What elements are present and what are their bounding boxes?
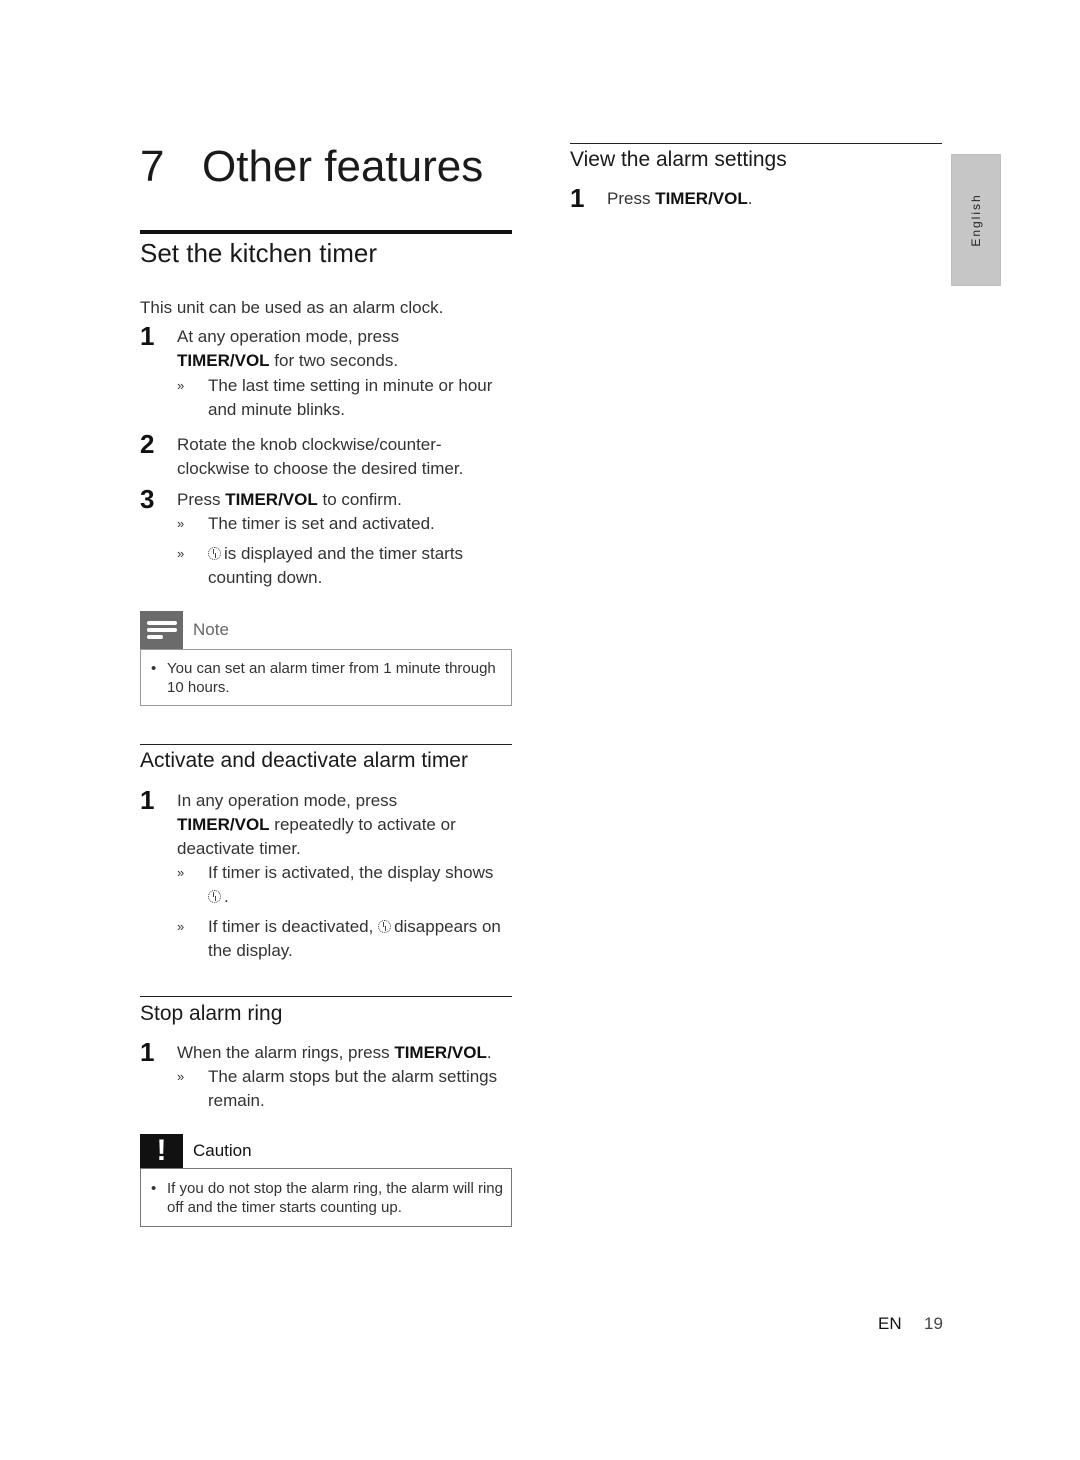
step-text: At any operation mode, press TIMER/VOL f… bbox=[177, 325, 512, 373]
step-text-after: . bbox=[747, 189, 753, 208]
caution-box: If you do not stop the alarm ring, the a… bbox=[140, 1168, 512, 1227]
section-title-view-alarm: View the alarm settings bbox=[570, 148, 787, 171]
language-tab: English bbox=[951, 154, 1001, 286]
step-number: 1 bbox=[140, 1037, 155, 1067]
caution-header: ! Caution bbox=[140, 1134, 512, 1168]
step-text-before: Press bbox=[607, 189, 656, 208]
activate-step-1-result-2: » If timer is deactivated, disappears on… bbox=[177, 915, 517, 963]
footer-language: EN bbox=[878, 1314, 902, 1333]
result-arrow-icon: » bbox=[177, 919, 185, 934]
caution-item: If you do not stop the alarm ring, the a… bbox=[141, 1179, 503, 1217]
step-text: In any operation mode, press TIMER/VOL r… bbox=[177, 789, 497, 861]
step-number: 1 bbox=[140, 785, 155, 815]
kitchen-step-3-result-1: » The timer is set and activated. bbox=[177, 512, 517, 536]
result-text-content: If timer is deactivated, bbox=[208, 917, 374, 936]
step-number: 3 bbox=[140, 484, 155, 514]
step-text: Rotate the knob clockwise/counter-clockw… bbox=[177, 435, 464, 478]
note-item: You can set an alarm timer from 1 minute… bbox=[141, 659, 501, 697]
key-label: TIMER/VOL bbox=[177, 815, 270, 834]
step-text-before: Press bbox=[177, 490, 226, 509]
caution-callout: ! Caution If you do not stop the alarm r… bbox=[140, 1134, 512, 1227]
timer-icon bbox=[208, 890, 221, 903]
step-text-after: to confirm. bbox=[317, 490, 402, 509]
step-text-after: for two seconds. bbox=[269, 351, 399, 370]
activate-step-1: 1 In any operation mode, press TIMER/VOL… bbox=[140, 785, 512, 861]
step-text-after: . bbox=[486, 1043, 492, 1062]
section-title-activate-timer: Activate and deactivate alarm timer bbox=[140, 749, 468, 772]
kitchen-step-3: 3 Press TIMER/VOL to confirm. bbox=[140, 484, 512, 514]
note-callout: Note You can set an alarm timer from 1 m… bbox=[140, 611, 512, 706]
key-label: TIMER/VOL bbox=[655, 189, 748, 208]
page-number: 19 bbox=[924, 1314, 943, 1333]
step-text-before: When the alarm rings, press bbox=[177, 1043, 395, 1062]
timer-icon bbox=[208, 547, 221, 560]
step-text: Press TIMER/VOL to confirm. bbox=[177, 488, 512, 512]
result-text: The last time setting in minute or hour … bbox=[208, 376, 493, 419]
section-title-stop-alarm: Stop alarm ring bbox=[140, 1002, 283, 1025]
step-number: 1 bbox=[570, 183, 585, 213]
result-arrow-icon: » bbox=[177, 546, 185, 561]
key-label: TIMER/VOL bbox=[177, 351, 270, 370]
stop-step-1: 1 When the alarm rings, press TIMER/VOL. bbox=[140, 1037, 520, 1067]
language-tab-label: English bbox=[969, 193, 983, 247]
step-number: 1 bbox=[140, 321, 155, 351]
kitchen-step-3-result-2: » is displayed and the timer starts coun… bbox=[177, 542, 517, 590]
result-text: The timer is set and activated. bbox=[208, 514, 435, 533]
kitchen-timer-intro: This unit can be used as an alarm clock. bbox=[140, 298, 444, 317]
step-text: When the alarm rings, press TIMER/VOL. bbox=[177, 1041, 520, 1065]
step-text-before: In any operation mode, press bbox=[177, 791, 398, 810]
stop-step-1-result: » The alarm stops but the alarm settings… bbox=[177, 1065, 517, 1113]
key-label: TIMER/VOL bbox=[394, 1043, 487, 1062]
section-divider bbox=[570, 143, 942, 144]
view-step-1: 1 Press TIMER/VOL. bbox=[570, 183, 942, 213]
result-text-content: If timer is activated, the display shows bbox=[208, 863, 494, 882]
kitchen-step-1-result: » The last time setting in minute or hou… bbox=[177, 374, 517, 422]
step-text-before: At any operation mode, press bbox=[177, 327, 400, 346]
chapter-title: 7 Other features bbox=[140, 142, 483, 192]
result-arrow-icon: » bbox=[177, 1069, 185, 1084]
step-number: 2 bbox=[140, 429, 155, 459]
chapter-number: 7 bbox=[140, 142, 165, 191]
note-label: Note bbox=[193, 620, 229, 639]
note-lines-icon bbox=[140, 611, 183, 649]
chapter-title-text: Other features bbox=[202, 142, 484, 191]
section-divider bbox=[140, 744, 512, 745]
note-header: Note bbox=[140, 611, 512, 649]
result-text: The alarm stops but the alarm settings r… bbox=[208, 1067, 498, 1110]
key-label: TIMER/VOL bbox=[225, 490, 318, 509]
result-arrow-icon: » bbox=[177, 516, 185, 531]
exclamation-icon: ! bbox=[140, 1134, 183, 1168]
kitchen-step-1: 1 At any operation mode, press TIMER/VOL… bbox=[140, 321, 512, 373]
section-divider bbox=[140, 996, 512, 997]
result-arrow-icon: » bbox=[177, 378, 185, 393]
result-text: If timer is activated, the display shows… bbox=[208, 863, 494, 906]
step-text: Press TIMER/VOL. bbox=[607, 187, 942, 211]
kitchen-step-2: 2 Rotate the knob clockwise/counter-cloc… bbox=[140, 429, 512, 481]
chapter-divider bbox=[140, 230, 512, 234]
result-text-content: is displayed and the timer starts counti… bbox=[208, 544, 464, 587]
caution-label: Caution bbox=[193, 1141, 252, 1160]
note-box: You can set an alarm timer from 1 minute… bbox=[140, 649, 512, 706]
result-text: is displayed and the timer starts counti… bbox=[208, 542, 517, 590]
activate-step-1-result-1: » If timer is activated, the display sho… bbox=[177, 861, 517, 909]
section-title-kitchen-timer: Set the kitchen timer bbox=[140, 238, 377, 268]
timer-icon bbox=[378, 920, 392, 933]
result-arrow-icon: » bbox=[177, 865, 185, 880]
result-text: If timer is deactivated, disappears on t… bbox=[208, 915, 517, 963]
